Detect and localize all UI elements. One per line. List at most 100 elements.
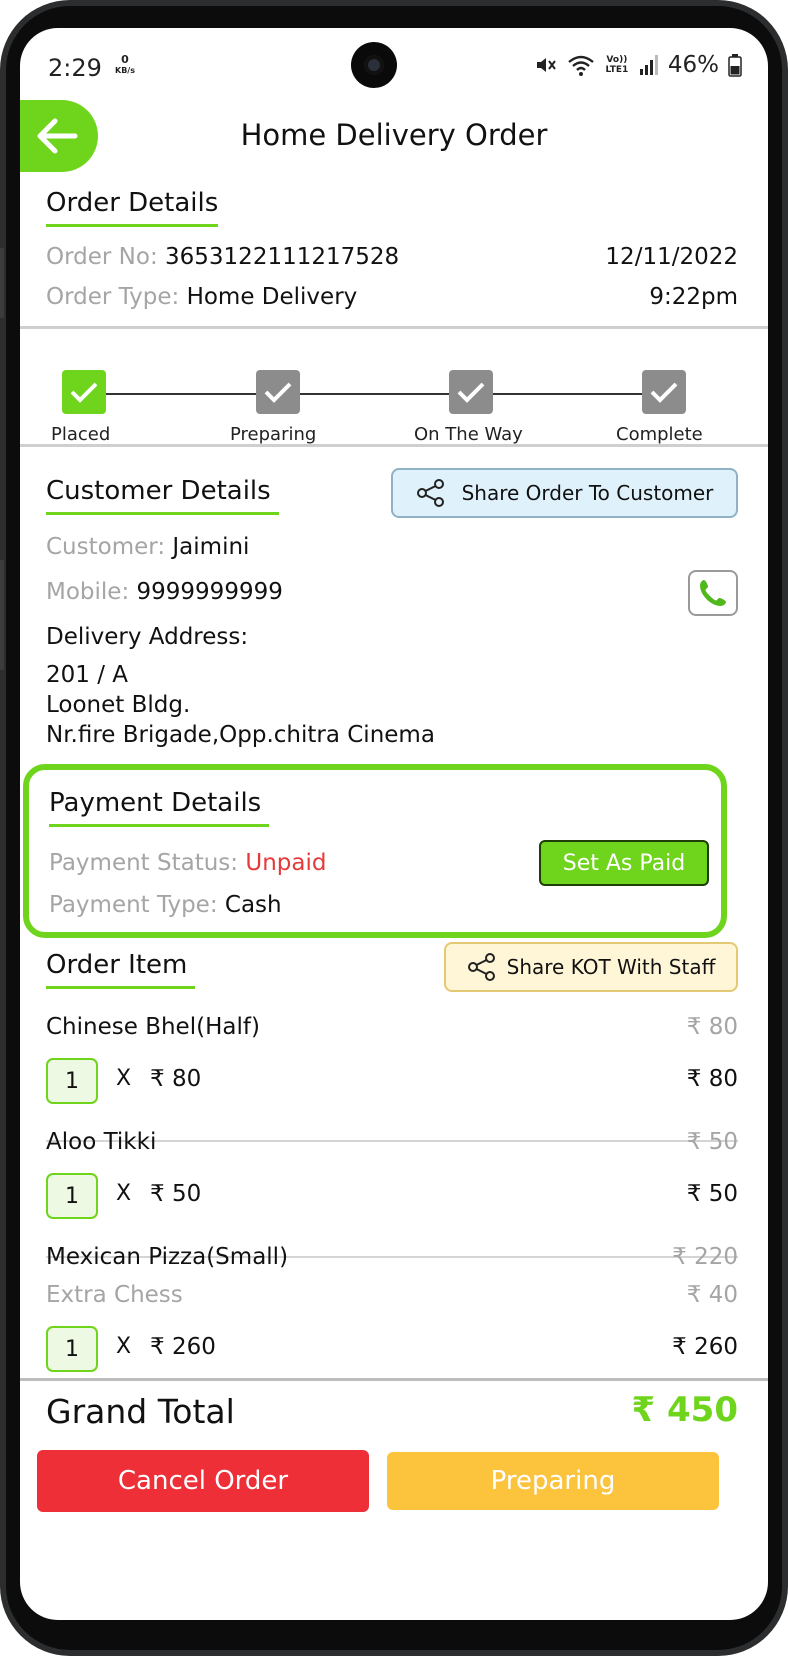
phone-device: 2:29 0 KB/s Vo)) LTE1 46% Home Delivery …: [0, 0, 788, 1656]
item-total: ₹ 260: [672, 1334, 738, 1360]
item-price: ₹ 220: [672, 1244, 738, 1270]
order-items-title: Order Item: [46, 950, 196, 989]
item-total: ₹ 80: [686, 1066, 738, 1092]
customer-row: Customer: Jaimini: [46, 534, 249, 560]
wifi-icon: [568, 55, 594, 76]
bixby-button: [0, 560, 4, 670]
grand-total-value: ₹ 450: [631, 1390, 738, 1430]
order-type-row: Order Type: Home Delivery 9:22pm: [46, 284, 738, 310]
payment-type-row: Payment Type: Cash: [49, 892, 282, 918]
item-total: ₹ 50: [686, 1181, 738, 1207]
step-preparing-check: [256, 370, 300, 414]
order-type-label: Order Type:: [46, 284, 180, 310]
page-title: Home Delivery Order: [240, 118, 548, 152]
order-no-label: Order No:: [46, 244, 158, 270]
item-unit-price: ₹ 260: [150, 1334, 216, 1360]
step-label-on-the-way: On The Way: [414, 424, 523, 445]
payment-type-label: Payment Type:: [49, 892, 218, 918]
step-complete-check: [642, 370, 686, 414]
mobile-label: Mobile:: [46, 579, 130, 605]
mute-icon: [536, 58, 556, 72]
cancel-order-button[interactable]: Cancel Order: [37, 1450, 369, 1512]
payment-status-label: Payment Status:: [49, 850, 239, 876]
delivery-address-label: Delivery Address:: [46, 624, 249, 650]
payment-status-badge: Unpaid: [245, 850, 327, 876]
item-name: Chinese Bhel(Half): [46, 1014, 260, 1040]
order-details-section: Order Details Order No: 3653122111217528…: [46, 188, 738, 310]
status-bar: 2:29 0 KB/s Vo)) LTE1 46%: [20, 28, 768, 102]
item-name: Aloo Tikki: [46, 1129, 157, 1155]
share-kot-button[interactable]: Share KOT With Staff: [444, 942, 738, 992]
order-no-row: Order No: 3653122111217528 12/11/2022: [46, 244, 738, 270]
quantity-box[interactable]: 1: [46, 1058, 98, 1104]
section-divider: [20, 326, 768, 329]
share-order-label: Share Order To Customer: [461, 481, 714, 505]
mobile-value: 9999999999: [136, 579, 283, 605]
item-unit-price: ₹ 50: [150, 1181, 202, 1207]
footer-divider: [20, 1378, 768, 1381]
payment-details-title: Payment Details: [49, 788, 270, 827]
front-camera: [351, 42, 397, 88]
grand-total-label: Grand Total: [46, 1392, 235, 1431]
order-no-value: 3653122111217528: [165, 244, 400, 270]
app-header: Home Delivery Order: [20, 100, 768, 178]
share-order-button[interactable]: Share Order To Customer: [391, 468, 738, 518]
payment-status-row: Payment Status: Unpaid: [49, 850, 326, 876]
data-rate-unit: KB/s: [115, 66, 135, 75]
order-details-title: Order Details: [46, 188, 219, 227]
address-line-2: Loonet Bldg.: [46, 692, 191, 718]
item-addon-price: ₹ 40: [686, 1282, 738, 1308]
customer-details-title: Customer Details: [46, 476, 279, 515]
payment-details-section: Payment Details Payment Status: Unpaid S…: [23, 764, 727, 938]
battery-percent: 46%: [667, 52, 719, 78]
status-time: 2:29: [48, 54, 102, 82]
step-label-preparing: Preparing: [230, 424, 317, 445]
progress-line: [106, 393, 666, 395]
check-icon: [650, 382, 678, 403]
check-icon: [457, 382, 485, 403]
order-date: 12/11/2022: [605, 244, 738, 270]
share-kot-label: Share KOT With Staff: [506, 955, 716, 979]
address-line-1: 201 / A: [46, 662, 129, 688]
volume-button: [0, 248, 4, 318]
share-icon: [467, 953, 495, 981]
section-divider: [20, 444, 768, 447]
order-time: 9:22pm: [649, 284, 738, 310]
item-addon-name: Extra Chess: [46, 1282, 183, 1308]
signal-icon: [639, 55, 658, 75]
step-on-the-way-check: [449, 370, 493, 414]
customer-details-section: Customer Details Share Order To Customer…: [46, 468, 738, 768]
mobile-row: Mobile: 9999999999: [46, 579, 283, 605]
volte-indicator: Vo)) LTE1: [605, 55, 629, 75]
phone-icon: [700, 580, 726, 606]
grand-total-row: Grand Total ₹ 450: [46, 1390, 738, 1442]
item-price: ₹ 50: [686, 1129, 738, 1155]
battery-icon: [728, 54, 742, 77]
item-name: Mexican Pizza(Small): [46, 1244, 289, 1270]
app-screen: 2:29 0 KB/s Vo)) LTE1 46% Home Delivery …: [20, 28, 768, 1620]
multiply-sign: X: [116, 1066, 132, 1091]
preparing-button[interactable]: Preparing: [387, 1452, 719, 1510]
set-as-paid-button[interactable]: Set As Paid: [539, 840, 709, 886]
order-progress: Placed Preparing On The Way Complete: [20, 348, 768, 445]
item-price: ₹ 80: [686, 1014, 738, 1040]
check-icon: [70, 382, 98, 403]
step-label-placed: Placed: [51, 424, 111, 445]
step-placed-check: [62, 370, 106, 414]
call-button[interactable]: [688, 570, 738, 616]
data-rate: 0 KB/s: [115, 54, 135, 76]
customer-name: Jaimini: [172, 534, 250, 560]
customer-label: Customer:: [46, 534, 166, 560]
order-type-value: Home Delivery: [186, 284, 358, 310]
item-unit-price: ₹ 80: [150, 1066, 202, 1092]
multiply-sign: X: [116, 1334, 132, 1359]
payment-type-value: Cash: [224, 892, 282, 918]
share-icon: [416, 479, 444, 507]
quantity-box[interactable]: 1: [46, 1173, 98, 1219]
quantity-box[interactable]: 1: [46, 1326, 98, 1372]
status-icons: Vo)) LTE1 46%: [534, 50, 742, 80]
multiply-sign: X: [116, 1181, 132, 1206]
order-items-section: Order Item Share KOT With Staff Chinese …: [46, 940, 738, 1380]
check-icon: [264, 382, 292, 403]
step-label-complete: Complete: [616, 424, 703, 445]
